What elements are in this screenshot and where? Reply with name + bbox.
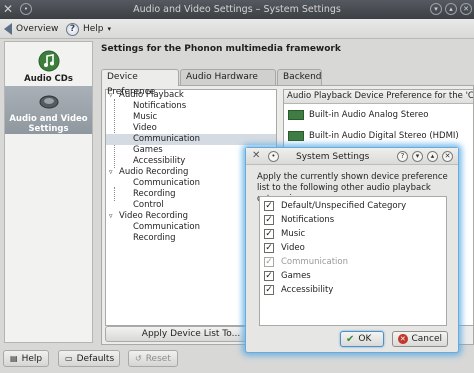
window-title: Audio and Video Settings – System Settin… xyxy=(133,4,341,15)
device-label: Built-in Audio Analog Stereo xyxy=(309,110,429,120)
tree-item-selected[interactable]: Communication xyxy=(106,134,276,145)
help-book-icon: ▤ xyxy=(10,354,18,363)
tree-item-label: Communication xyxy=(133,134,200,144)
help-icon: ? xyxy=(66,22,79,36)
chevron-down-icon: ▾ xyxy=(107,25,112,33)
checkbox-label: Notifications xyxy=(281,214,335,225)
ok-button-label: OK xyxy=(358,334,372,344)
sound-card-icon xyxy=(288,131,304,141)
dialog-titlebar: ✕ • System Settings ? ▾ ▴ ✕ xyxy=(246,148,458,165)
dialog-menu-icon[interactable]: ✕ xyxy=(252,150,260,161)
dialog-minimize-icon[interactable]: ▾ xyxy=(412,151,423,162)
ok-button[interactable]: ✔ OK xyxy=(340,331,384,347)
tab-device-preference[interactable]: Device Preference xyxy=(101,69,179,97)
dialog-help-icon[interactable]: ? xyxy=(397,151,408,162)
checkbox-checked-icon: ✓ xyxy=(264,242,274,253)
checkbox-label: Default/Unspecified Category xyxy=(281,200,407,211)
tree-item-label: Audio Recording xyxy=(119,167,189,177)
sidebar: Audio CDs Audio and Video Settings xyxy=(4,41,93,343)
checkbox-checked-icon: ✓ xyxy=(264,284,274,295)
cancel-icon: ✕ xyxy=(398,334,408,344)
checkbox-notifications[interactable]: ✓ Notifications xyxy=(264,213,334,226)
device-item[interactable]: Built-in Audio Digital Stereo (HDMI) xyxy=(288,131,459,141)
back-arrow-icon xyxy=(4,23,12,35)
tree-item-label: Recording xyxy=(133,233,176,243)
sidebar-item-label: Audio CDs xyxy=(24,74,73,84)
cancel-button[interactable]: ✕ Cancel xyxy=(392,331,448,347)
checkbox-video[interactable]: ✓ Video xyxy=(264,241,305,254)
reset-icon: ↺ xyxy=(135,354,142,363)
device-label: Built-in Audio Digital Stereo (HDMI) xyxy=(309,131,459,141)
checkbox-label: Games xyxy=(281,270,311,281)
checkbox-label: Accessibility xyxy=(281,284,334,295)
overview-button[interactable]: Overview xyxy=(4,22,58,36)
page-title: Settings for the Phonon multimedia frame… xyxy=(101,44,341,54)
tree-item-label: Control xyxy=(133,200,164,210)
tree-item-label: Games xyxy=(133,145,163,155)
tree-item-label: Notifications xyxy=(133,101,187,111)
tab-audio-hardware-setup[interactable]: Audio Hardware Setup xyxy=(180,69,276,97)
help-menu-button[interactable]: ? Help ▾ xyxy=(66,22,111,36)
sidebar-item-audio-cds[interactable]: Audio CDs xyxy=(5,46,92,86)
checkbox-label: Music xyxy=(281,228,306,239)
checkmark-icon: ✔ xyxy=(346,333,355,345)
checkbox-checked-icon: ✓ xyxy=(264,270,274,281)
checkbox-label: Communication xyxy=(281,256,348,267)
tree-item[interactable]: Notifications xyxy=(106,101,276,112)
speaker-icon xyxy=(39,95,58,109)
overview-label: Overview xyxy=(16,24,59,34)
cancel-button-label: Cancel xyxy=(411,334,443,344)
collapse-icon[interactable]: ▿ xyxy=(109,167,117,178)
reset-button-label: Reset xyxy=(145,353,171,364)
sound-card-icon xyxy=(288,110,304,120)
defaults-button[interactable]: ▭ Defaults xyxy=(58,350,120,367)
checkbox-checked-icon: ✓ xyxy=(264,228,274,239)
reset-button[interactable]: ↺ Reset xyxy=(128,350,178,367)
device-item[interactable]: Built-in Audio Analog Stereo xyxy=(288,110,428,120)
checkbox-checked-icon: ✓ xyxy=(264,256,274,267)
checkbox-default-category[interactable]: ✓ Default/Unspecified Category xyxy=(264,199,406,212)
window-titlebar: ✕ • Audio and Video Settings – System Se… xyxy=(0,0,474,19)
close-icon[interactable]: ✕ xyxy=(460,3,472,15)
checkbox-accessibility[interactable]: ✓ Accessibility xyxy=(264,283,333,296)
tree-item[interactable]: Video xyxy=(106,123,276,134)
help-label: Help xyxy=(83,24,104,34)
checkbox-label: Video xyxy=(281,242,305,253)
minimize-icon[interactable]: ▾ xyxy=(430,3,442,15)
tree-item-label: Video xyxy=(133,123,157,133)
help-button-label: Help xyxy=(21,353,43,364)
sidebar-item-audio-video-settings[interactable]: Audio and Video Settings xyxy=(5,86,92,134)
checkbox-checked-icon: ✓ xyxy=(264,214,274,225)
category-checklist: ✓ Default/Unspecified Category ✓ Notific… xyxy=(259,196,447,326)
checkbox-communication: ✓ Communication xyxy=(264,255,348,268)
help-button[interactable]: ▤ Help xyxy=(3,350,49,367)
defaults-icon: ▭ xyxy=(65,354,73,363)
tree-item-label: Recording xyxy=(133,189,176,199)
dialog-close-icon[interactable]: ✕ xyxy=(442,151,453,162)
tree-item-label: Communication xyxy=(133,178,200,188)
defaults-button-label: Defaults xyxy=(76,353,115,364)
maximize-icon[interactable]: ▴ xyxy=(445,3,457,15)
dialog-title: System Settings xyxy=(296,152,370,162)
music-note-icon xyxy=(38,50,59,72)
dialog-pin-icon[interactable]: • xyxy=(268,151,279,162)
tab-backend[interactable]: Backend xyxy=(277,69,322,85)
tree-item-label: Music xyxy=(133,112,158,122)
checkbox-music[interactable]: ✓ Music xyxy=(264,227,305,240)
sidebar-item-label: Audio and Video Settings xyxy=(9,114,88,134)
toolbar: Overview ? Help ▾ xyxy=(0,19,474,39)
apply-list-dialog: ✕ • System Settings ? ▾ ▴ ✕ Apply the cu… xyxy=(245,147,459,353)
dialog-maximize-icon[interactable]: ▴ xyxy=(427,151,438,162)
checkbox-games[interactable]: ✓ Games xyxy=(264,269,311,282)
device-list-header: Audio Playback Device Preference for the… xyxy=(284,90,473,104)
tree-item-label: Communication xyxy=(133,222,200,232)
collapse-icon[interactable]: ▿ xyxy=(109,211,117,222)
tree-item-label: Accessibility xyxy=(133,156,186,166)
tree-item[interactable]: Music xyxy=(106,112,276,123)
checkbox-checked-icon: ✓ xyxy=(264,200,274,211)
tree-item-label: Video Recording xyxy=(119,211,189,221)
